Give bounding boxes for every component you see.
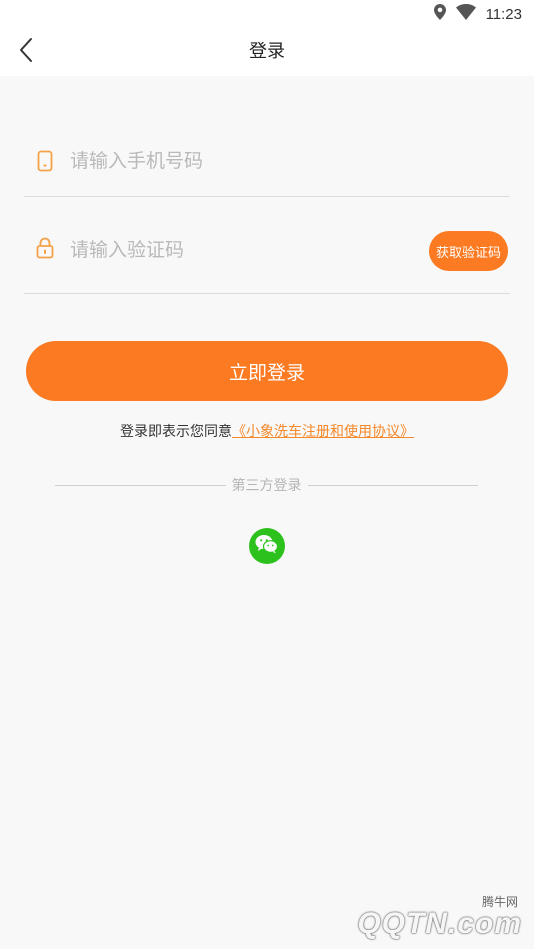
watermark-logo-text: QQTN.com [357, 907, 522, 940]
agreement-text: 登录即表示您同意《小象洗车注册和使用协议》 [0, 421, 534, 441]
phone-field [24, 126, 510, 197]
phone-input[interactable] [70, 143, 400, 179]
third-party-label: 第三方登录 [231, 478, 302, 494]
login-page: 11:23 登录 请输入手机号码 请输入验证码 获取验证码 立即登录 登录即表示… [0, 0, 534, 949]
phone-icon [36, 150, 54, 172]
divider-line-right [307, 484, 478, 486]
wechat-login-button[interactable] [249, 528, 285, 564]
code-field: 获取验证码 [24, 220, 510, 294]
watermark: 腾牛网 QQTN.com [328, 893, 528, 943]
divider-line-left [55, 484, 226, 486]
wifi-icon [455, 4, 476, 24]
login-button[interactable]: 立即登录 [26, 341, 508, 401]
agreement-link[interactable]: 《小象洗车注册和使用协议》 [232, 424, 414, 440]
page-title: 登录 [249, 41, 285, 62]
status-time: 11:23 [485, 5, 522, 23]
lock-icon [36, 237, 54, 259]
status-bar: 11:23 [0, 0, 534, 28]
chevron-left-icon [19, 37, 33, 67]
code-input[interactable] [70, 232, 400, 268]
location-icon [433, 4, 446, 24]
header-bar: 登录 [0, 28, 534, 76]
back-button[interactable] [10, 36, 42, 68]
get-code-button[interactable]: 获取验证码 [428, 231, 508, 271]
agreement-prefix: 登录即表示您同意 [120, 424, 232, 440]
wechat-icon [255, 534, 279, 558]
third-party-divider: 第三方登录 [55, 474, 478, 496]
